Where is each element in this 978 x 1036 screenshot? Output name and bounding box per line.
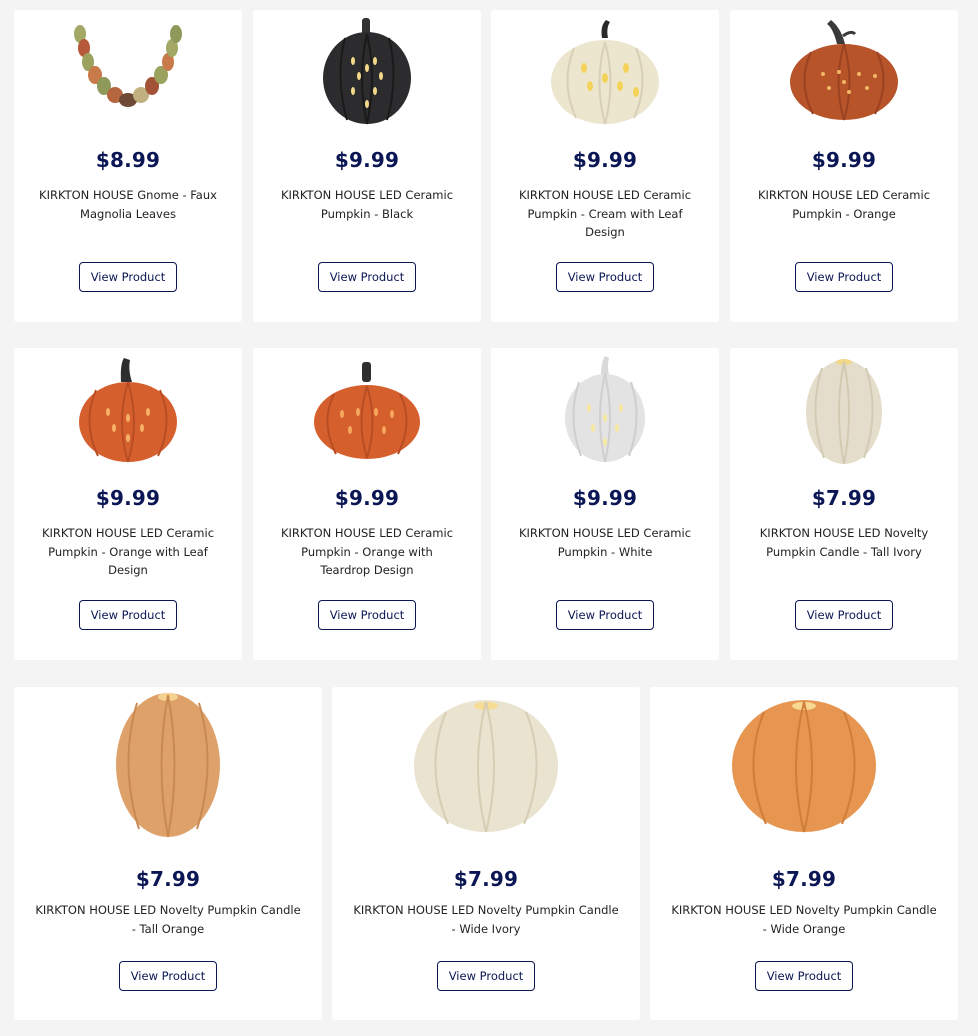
view-product-button[interactable]: View Product xyxy=(79,262,177,292)
product-price: $9.99 xyxy=(334,148,400,172)
candle-tall-orange-image[interactable] xyxy=(14,689,322,839)
product-name[interactable]: KIRKTON HOUSE LED Novelty Pumpkin Candle… xyxy=(352,901,620,938)
view-product-button[interactable]: View Product xyxy=(119,961,217,991)
product-price: $9.99 xyxy=(572,148,638,172)
view-product-button[interactable]: View Product xyxy=(556,262,654,292)
product-card: $9.99 KIRKTON HOUSE LED Ceramic Pumpkin … xyxy=(253,10,481,322)
pumpkin-cream-leaf-image[interactable] xyxy=(491,16,719,128)
product-name[interactable]: KIRKTON HOUSE LED Ceramic Pumpkin - Oran… xyxy=(36,524,220,580)
product-name[interactable]: KIRKTON HOUSE LED Novelty Pumpkin Candle… xyxy=(34,901,302,938)
product-name[interactable]: KIRKTON HOUSE LED Ceramic Pumpkin - Crea… xyxy=(513,186,697,242)
view-product-button[interactable]: View Product xyxy=(79,600,177,630)
product-card: $7.99 KIRKTON HOUSE LED Novelty Pumpkin … xyxy=(650,687,958,1020)
product-card: $7.99 KIRKTON HOUSE LED Novelty Pumpkin … xyxy=(14,687,322,1020)
pumpkin-black-image[interactable] xyxy=(253,16,481,128)
product-price: $7.99 xyxy=(453,867,519,891)
product-name[interactable]: KIRKTON HOUSE LED Ceramic Pumpkin - Blac… xyxy=(275,186,459,223)
product-card: $7.99 KIRKTON HOUSE LED Novelty Pumpkin … xyxy=(730,348,958,660)
product-card: $8.99 KIRKTON HOUSE Gnome - Faux Magnoli… xyxy=(14,10,242,322)
product-price: $7.99 xyxy=(811,486,877,510)
product-price: $7.99 xyxy=(135,867,201,891)
product-price: $9.99 xyxy=(334,486,400,510)
product-card: $9.99 KIRKTON HOUSE LED Ceramic Pumpkin … xyxy=(14,348,242,660)
product-price: $9.99 xyxy=(572,486,638,510)
product-price: $9.99 xyxy=(811,148,877,172)
candle-tall-ivory-image[interactable] xyxy=(730,354,958,466)
product-name[interactable]: KIRKTON HOUSE LED Ceramic Pumpkin - Whit… xyxy=(513,524,697,561)
garland-image[interactable] xyxy=(14,16,242,128)
pumpkin-orange-image[interactable] xyxy=(730,16,958,128)
view-product-button[interactable]: View Product xyxy=(795,600,893,630)
view-product-button[interactable]: View Product xyxy=(795,262,893,292)
product-price: $7.99 xyxy=(771,867,837,891)
view-product-button[interactable]: View Product xyxy=(437,961,535,991)
view-product-button[interactable]: View Product xyxy=(318,600,416,630)
view-product-button[interactable]: View Product xyxy=(755,961,853,991)
product-card: $9.99 KIRKTON HOUSE LED Ceramic Pumpkin … xyxy=(730,10,958,322)
pumpkin-orange-leaf-image[interactable] xyxy=(14,354,242,466)
product-name[interactable]: KIRKTON HOUSE LED Novelty Pumpkin Candle… xyxy=(752,524,936,561)
product-name[interactable]: KIRKTON HOUSE LED Novelty Pumpkin Candle… xyxy=(670,901,938,938)
product-card: $9.99 KIRKTON HOUSE LED Ceramic Pumpkin … xyxy=(491,10,719,322)
pumpkin-white-image[interactable] xyxy=(491,354,719,466)
candle-wide-ivory-image[interactable] xyxy=(332,689,640,839)
product-name[interactable]: KIRKTON HOUSE LED Ceramic Pumpkin - Oran… xyxy=(752,186,936,223)
product-card: $9.99 KIRKTON HOUSE LED Ceramic Pumpkin … xyxy=(253,348,481,660)
product-name[interactable]: KIRKTON HOUSE LED Ceramic Pumpkin - Oran… xyxy=(275,524,459,580)
product-card: $7.99 KIRKTON HOUSE LED Novelty Pumpkin … xyxy=(332,687,640,1020)
pumpkin-orange-teardrop-image[interactable] xyxy=(253,354,481,466)
product-price: $8.99 xyxy=(95,148,161,172)
product-price: $9.99 xyxy=(95,486,161,510)
view-product-button[interactable]: View Product xyxy=(556,600,654,630)
view-product-button[interactable]: View Product xyxy=(318,262,416,292)
product-card: $9.99 KIRKTON HOUSE LED Ceramic Pumpkin … xyxy=(491,348,719,660)
product-name[interactable]: KIRKTON HOUSE Gnome - Faux Magnolia Leav… xyxy=(36,186,220,223)
candle-wide-orange-image[interactable] xyxy=(650,689,958,839)
